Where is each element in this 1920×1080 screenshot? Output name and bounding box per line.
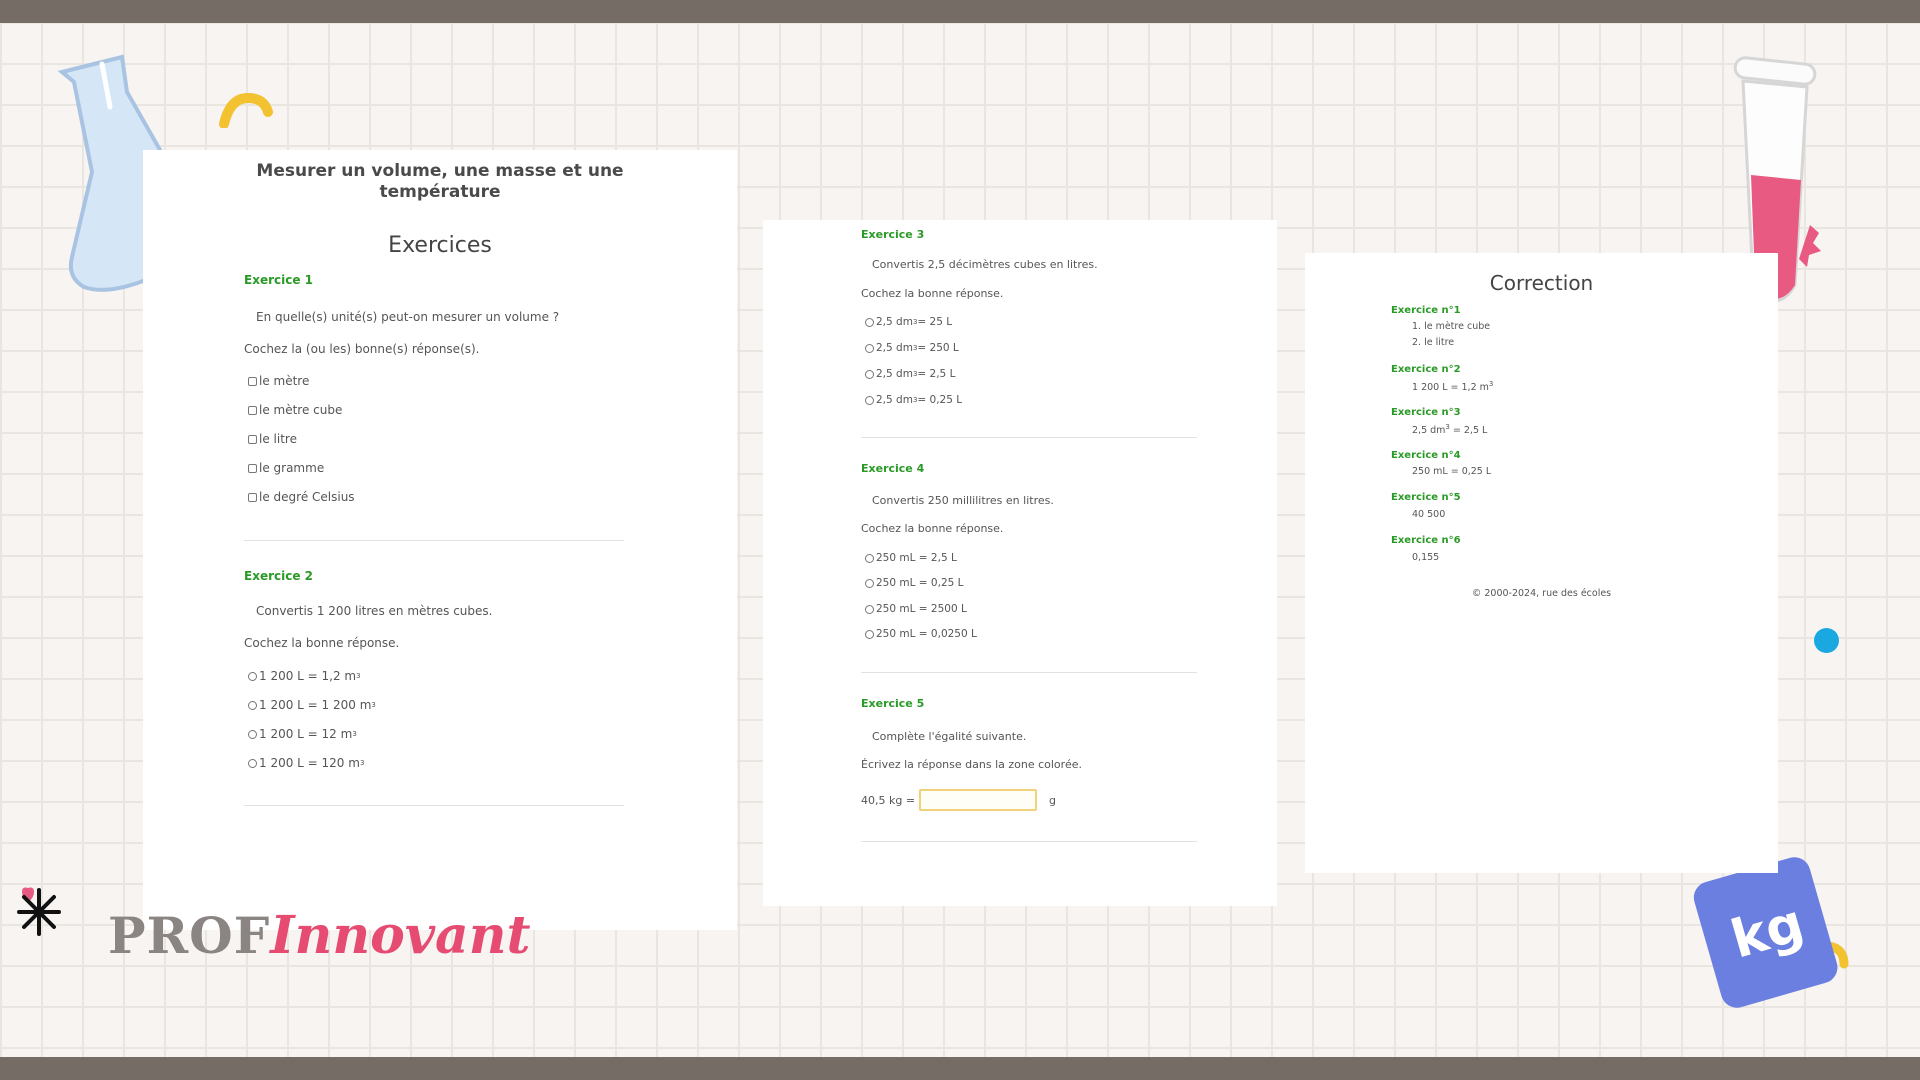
exercise-5-instruction: Écrivez la réponse dans la zone colorée. (861, 758, 1082, 771)
top-frame-bar (0, 0, 1920, 23)
logo-text-innovant: Innovant (270, 905, 531, 966)
exercise-2-question: Convertis 1 200 litres en mètres cubes. (256, 604, 493, 618)
radio-button[interactable] (248, 729, 257, 739)
exercise-2-option[interactable]: 1 200 L = 12 m3 (248, 727, 357, 741)
radio-button[interactable] (248, 671, 257, 681)
exercise-1-option[interactable]: le gramme (248, 461, 324, 475)
exercise-3-option[interactable]: 2,5 dm 3 = 0,25 L (865, 394, 962, 406)
correction-line: 1 200 L = 1,2 m3 (1412, 380, 1494, 394)
exercise-4-title: Exercice 4 (861, 462, 925, 475)
correction-line: 2,5 dm3 = 2,5 L (1412, 423, 1488, 437)
checkbox[interactable] (248, 405, 257, 415)
correction-exercise-title: Exercice n°5 (1391, 492, 1461, 503)
exercise-1-instruction: Cochez la (ou les) bonne(s) réponse(s). (244, 342, 480, 356)
exercise-3-option[interactable]: 2,5 dm 3 = 250 L (865, 342, 959, 354)
exercise-1-option[interactable]: le degré Celsius (248, 490, 355, 504)
exercise-4-option[interactable]: 250 mL = 0,0250 L (865, 628, 977, 640)
exercise-2-option[interactable]: 1 200 L = 1 200 m3 (248, 698, 376, 712)
correction-exercise-title: Exercice n°6 (1391, 535, 1461, 546)
radio-button[interactable] (865, 578, 874, 588)
exercise-4-option[interactable]: 250 mL = 0,25 L (865, 577, 964, 589)
exercise-2-title: Exercice 2 (244, 569, 313, 583)
radio-button[interactable] (865, 369, 874, 379)
exercise-2-instruction: Cochez la bonne réponse. (244, 636, 400, 650)
exercise-1-option[interactable]: le mètre cube (248, 403, 342, 417)
exercise-1-question: En quelle(s) unité(s) peut-on mesurer un… (256, 310, 560, 324)
exercise-3-option[interactable]: 2,5 dm 3 = 25 L (865, 316, 952, 328)
radio-button[interactable] (865, 343, 874, 353)
correction-exercise-title: Exercice n°1 (1391, 305, 1461, 316)
separator (861, 841, 1197, 842)
radio-button[interactable] (865, 553, 874, 563)
radio-button[interactable] (865, 317, 874, 327)
radio-button[interactable] (248, 700, 257, 710)
exercise-5-unit: g (1049, 794, 1056, 807)
checkbox[interactable] (248, 376, 257, 386)
exercise-1-option[interactable]: le litre (248, 432, 297, 446)
separator (244, 805, 624, 806)
radio-button[interactable] (248, 758, 257, 768)
correction-line: 0,155 (1412, 552, 1440, 563)
correction-exercise-title: Exercice n°3 (1391, 407, 1461, 418)
exercise-2-option[interactable]: 1 200 L = 1,2 m3 (248, 669, 361, 683)
yellow-arc-shape (219, 92, 273, 128)
checkbox[interactable] (248, 492, 257, 502)
correction-title: Correction (1489, 271, 1594, 295)
exercise-4-option[interactable]: 250 mL = 2,5 L (865, 552, 957, 564)
exercise-1-option[interactable]: le mètre (248, 374, 309, 388)
radio-button[interactable] (865, 629, 874, 639)
radio-button[interactable] (865, 395, 874, 405)
correction-page: Correction Exercice n°1 1. le mètre cube… (1305, 253, 1778, 873)
checkbox[interactable] (248, 463, 257, 473)
logo-text-prof: PROF (108, 906, 271, 965)
copyright-text: © 2000-2024, rue des écoles (1471, 588, 1612, 599)
separator (244, 540, 624, 541)
exercise-2-option[interactable]: 1 200 L = 120 m3 (248, 756, 364, 770)
correction-line: 2. le litre (1412, 337, 1455, 348)
exercise-3-question: Convertis 2,5 décimètres cubes en litres… (872, 258, 1098, 271)
document-title-line1: Mesurer un volume, une masse et une (256, 161, 624, 181)
exercise-5-input-label: 40,5 kg = (861, 794, 916, 807)
exercise-4-question: Convertis 250 millilitres en litres. (872, 494, 1054, 507)
answer-input[interactable] (919, 789, 1037, 811)
worksheet-page-2: Exercice 3 Convertis 2,5 décimètres cube… (763, 220, 1277, 906)
radio-button[interactable] (865, 604, 874, 614)
asterisk-icon (17, 887, 61, 936)
exercise-3-title: Exercice 3 (861, 228, 925, 241)
exercise-1-title: Exercice 1 (244, 273, 313, 287)
blue-dot-shape (1814, 628, 1839, 653)
separator (861, 672, 1197, 673)
document-title-line2: température (379, 182, 501, 202)
section-heading: Exercices (388, 233, 492, 258)
correction-line: 40 500 (1412, 509, 1446, 520)
correction-exercise-title: Exercice n°4 (1391, 450, 1461, 461)
kg-weight-tag-icon: kg (1693, 857, 1849, 1008)
separator (861, 437, 1197, 438)
correction-line: 1. le mètre cube (1412, 321, 1491, 332)
exercise-3-option[interactable]: 2,5 dm 3 = 2,5 L (865, 368, 955, 380)
worksheet-page-1: Mesurer un volume, une masse et une temp… (143, 150, 737, 930)
exercise-4-option[interactable]: 250 mL = 2500 L (865, 603, 967, 615)
exercise-4-instruction: Cochez la bonne réponse. (861, 522, 1004, 535)
correction-line: 250 mL = 0,25 L (1412, 466, 1492, 477)
profinnovant-logo: PROF Innovant (108, 905, 531, 975)
bottom-frame-bar (0, 1057, 1920, 1080)
exercise-5-question: Complète l'égalité suivante. (872, 730, 1027, 743)
exercise-5-title: Exercice 5 (861, 697, 925, 710)
exercise-3-instruction: Cochez la bonne réponse. (861, 287, 1004, 300)
checkbox[interactable] (248, 434, 257, 444)
correction-exercise-title: Exercice n°2 (1391, 364, 1461, 375)
